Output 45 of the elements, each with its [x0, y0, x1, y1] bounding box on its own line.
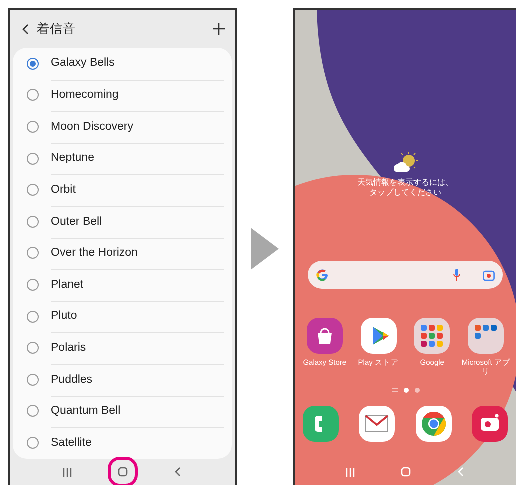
- back-icon: [458, 467, 464, 477]
- radio-button[interactable]: [27, 310, 39, 323]
- radio-button[interactable]: [27, 278, 39, 291]
- radio-button[interactable]: [27, 152, 39, 165]
- recents-icon: [346, 468, 355, 476]
- microphone-icon[interactable]: [453, 269, 461, 281]
- camera-lens-icon[interactable]: [483, 270, 495, 280]
- back-icon[interactable]: [22, 24, 29, 34]
- ringtone-label[interactable]: Homecoming: [51, 80, 224, 112]
- home-icon: [118, 467, 128, 477]
- screen-title: 着信音: [37, 20, 77, 38]
- weather-icon[interactable]: [394, 152, 418, 174]
- ringtone-label[interactable]: Galaxy Bells: [51, 48, 224, 80]
- add-icon[interactable]: [213, 23, 225, 35]
- home-icon: [400, 467, 410, 477]
- ringtone-label[interactable]: Neptune: [51, 142, 224, 174]
- ringtone-label[interactable]: Polaris: [51, 332, 224, 364]
- ringtone-label[interactable]: Puddles: [51, 364, 224, 396]
- radio-button[interactable]: [27, 184, 39, 196]
- ringtone-label[interactable]: Quantum Bell: [51, 396, 224, 428]
- ringtone-label[interactable]: Planet: [51, 269, 224, 301]
- ringtone-label[interactable]: Moon Discovery: [51, 111, 224, 143]
- back-icon: [174, 467, 180, 477]
- ringtone-label[interactable]: Satellite: [51, 427, 224, 459]
- radio-button[interactable]: [27, 89, 39, 102]
- ringtone-label[interactable]: Over the Horizon: [51, 238, 224, 270]
- recents-icon: [63, 468, 72, 476]
- radio-button[interactable]: [27, 216, 39, 228]
- envelope-icon[interactable]: [359, 406, 396, 442]
- g-logo-icon: [316, 268, 329, 282]
- radio-button[interactable]: [27, 120, 39, 133]
- radio-button[interactable]: [27, 58, 39, 70]
- ringtone-label[interactable]: Pluto: [51, 300, 224, 332]
- radio-button[interactable]: [27, 405, 39, 418]
- phone-icon[interactable]: [303, 406, 339, 442]
- radio-button[interactable]: [27, 247, 39, 260]
- app-folder-icon[interactable]: [468, 318, 504, 354]
- radio-button[interactable]: [27, 342, 39, 354]
- arrow-icon: [251, 228, 279, 270]
- radio-button[interactable]: [27, 374, 39, 386]
- radio-button[interactable]: [27, 436, 39, 449]
- ringtone-label[interactable]: Orbit: [51, 174, 224, 206]
- app-folder-icon[interactable]: [414, 318, 450, 354]
- search-bar[interactable]: [308, 261, 503, 289]
- ringtone-label[interactable]: Outer Bell: [51, 206, 224, 238]
